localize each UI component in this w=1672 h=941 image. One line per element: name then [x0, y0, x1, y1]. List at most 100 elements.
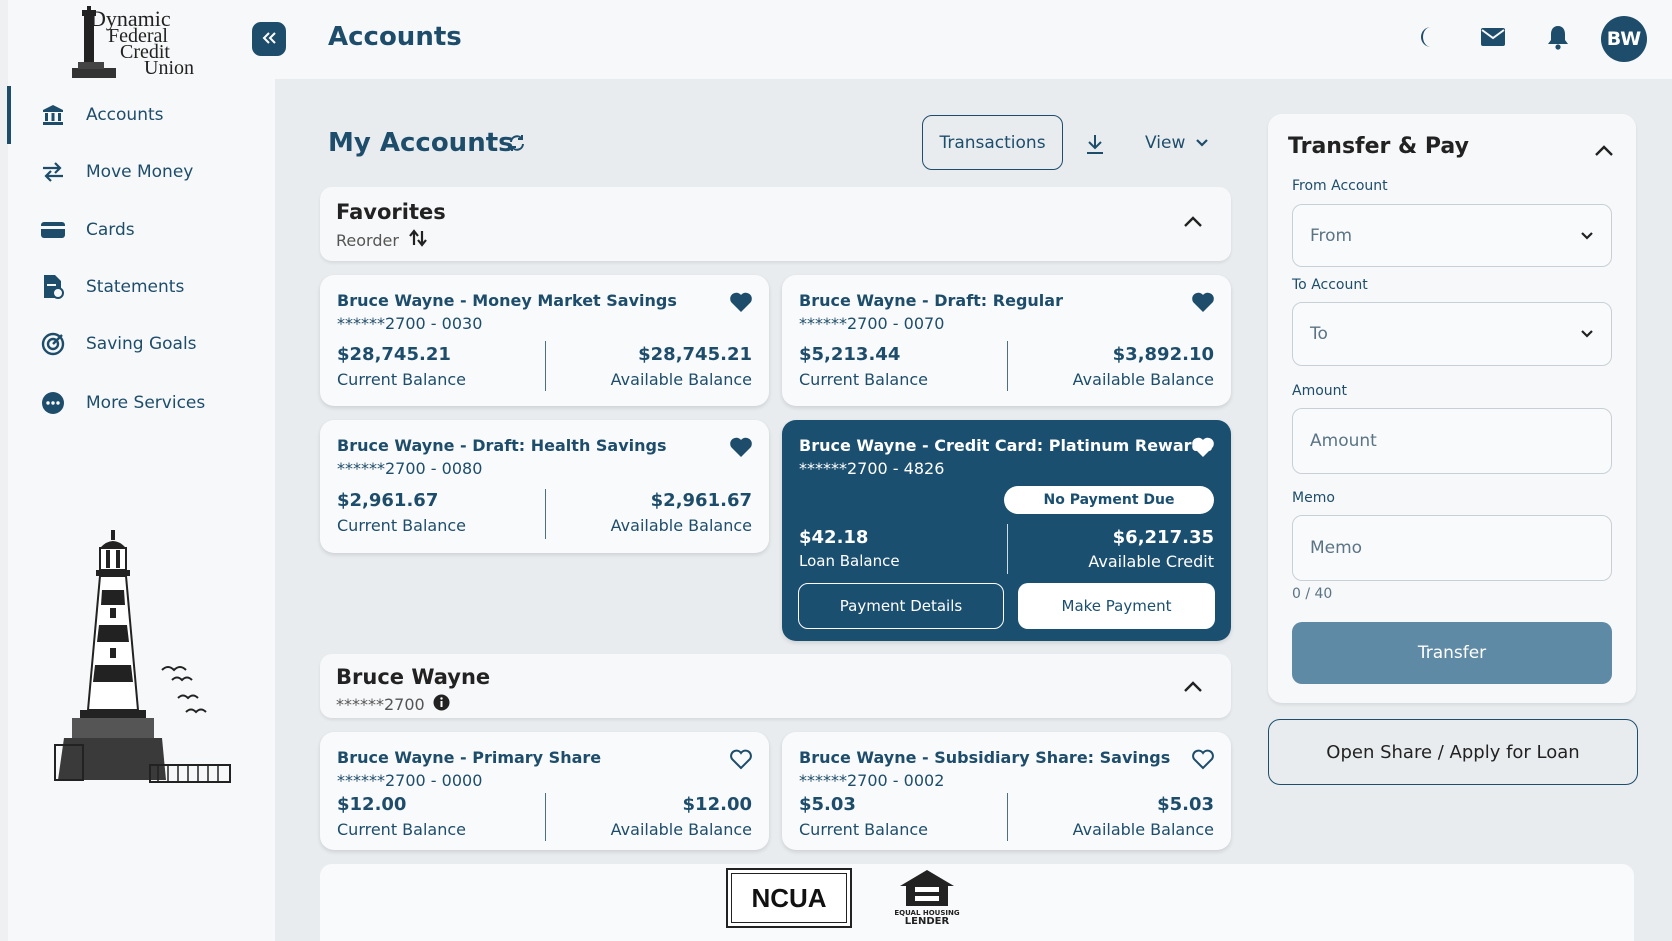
account-number: ******2700 - 0002 — [799, 771, 945, 790]
messages-button[interactable] — [1478, 24, 1508, 54]
amount-input[interactable]: Amount — [1292, 408, 1612, 474]
available-credit-label: Available Credit — [1088, 552, 1214, 571]
payment-details-button[interactable]: Payment Details — [798, 583, 1004, 629]
member-number: ******2700 — [336, 695, 425, 714]
footer: NCUA EQUAL HOUSING LENDER — [320, 864, 1634, 941]
loan-balance-label: Loan Balance — [799, 552, 900, 570]
available-credit-value: $6,217.35 — [1112, 527, 1214, 548]
transfer-pay-title: Transfer & Pay — [1288, 134, 1469, 159]
transfer-button[interactable]: Transfer — [1292, 622, 1612, 684]
info-icon[interactable] — [433, 694, 450, 715]
available-balance-label: Available Balance — [1072, 820, 1214, 839]
collapse-sidebar-button[interactable] — [252, 22, 286, 56]
target-icon — [40, 331, 66, 357]
favorites-title: Favorites — [336, 200, 446, 224]
account-card-draft-regular[interactable]: Bruce Wayne - Draft: Regular ******2700 … — [782, 275, 1231, 406]
sidebar-item-saving-goals[interactable]: Saving Goals — [40, 324, 260, 364]
transactions-button[interactable]: Transactions — [922, 115, 1063, 170]
account-card-money-market-savings[interactable]: Bruce Wayne - Money Market Savings *****… — [320, 275, 769, 406]
favorite-heart-icon[interactable] — [1191, 291, 1215, 313]
current-balance-value: $28,745.21 — [337, 344, 451, 365]
view-label: View — [1145, 133, 1186, 153]
from-account-label: From Account — [1292, 178, 1388, 194]
current-balance-value: $5.03 — [799, 794, 856, 815]
account-card-credit-card-platinum[interactable]: Bruce Wayne - Credit Card: Platinum Rewa… — [782, 420, 1231, 641]
sidebar-item-cards[interactable]: Cards — [40, 210, 260, 250]
credit-union-logo[interactable]: Dynamic Federal Credit Union — [70, 4, 220, 82]
available-balance-value: $12.00 — [682, 794, 752, 815]
favorite-heart-icon[interactable] — [1191, 436, 1215, 458]
memo-char-counter: 0 / 40 — [1292, 586, 1333, 602]
memo-placeholder: Memo — [1310, 538, 1363, 558]
collapse-member-button[interactable] — [1183, 678, 1203, 697]
from-account-select[interactable]: From — [1292, 204, 1612, 267]
available-balance-value: $3,892.10 — [1112, 344, 1214, 365]
favorite-heart-icon[interactable] — [729, 291, 753, 313]
sidebar-item-more-services[interactable]: More Services — [40, 383, 260, 423]
favorite-heart-outline-icon[interactable] — [729, 748, 753, 770]
make-payment-button[interactable]: Make Payment — [1018, 583, 1215, 629]
refresh-icon — [508, 135, 526, 156]
member-header-panel[interactable]: Bruce Wayne ******2700 — [320, 654, 1231, 718]
moon-icon — [1416, 25, 1438, 53]
current-balance-label: Current Balance — [337, 516, 466, 535]
more-dots-icon — [40, 390, 66, 416]
view-dropdown[interactable]: View — [1145, 133, 1209, 153]
sidebar: Dynamic Federal Credit Union Accounts Mo… — [0, 0, 275, 941]
amount-label: Amount — [1292, 383, 1348, 399]
current-balance-label: Current Balance — [337, 820, 466, 839]
account-number: ******2700 - 0030 — [337, 314, 483, 333]
sidebar-item-label: Move Money — [86, 162, 194, 182]
account-card-primary-share[interactable]: Bruce Wayne - Primary Share ******2700 -… — [320, 732, 769, 850]
reorder-button[interactable]: Reorder — [336, 229, 427, 251]
chevron-down-icon — [1580, 226, 1594, 246]
account-card-draft-health-savings[interactable]: Bruce Wayne - Draft: Health Savings ****… — [320, 420, 769, 553]
balance-divider — [1006, 524, 1008, 574]
available-balance-label: Available Balance — [610, 516, 752, 535]
sidebar-item-label: Statements — [86, 277, 185, 297]
user-avatar[interactable]: BW — [1601, 16, 1647, 62]
double-chevron-left-icon — [261, 29, 277, 50]
ncua-logo: NCUA — [726, 868, 852, 928]
favorite-heart-icon[interactable] — [729, 436, 753, 458]
open-share-apply-loan-button[interactable]: Open Share / Apply for Loan — [1268, 719, 1638, 785]
dark-mode-toggle[interactable] — [1412, 24, 1442, 54]
ehl-line2: LENDER — [904, 916, 950, 927]
chevron-down-icon — [1580, 324, 1594, 344]
collapse-favorites-button[interactable] — [1183, 213, 1203, 232]
favorites-header-panel[interactable]: Favorites Reorder — [320, 187, 1231, 261]
reorder-label: Reorder — [336, 230, 399, 250]
notifications-button[interactable] — [1543, 24, 1573, 54]
refresh-button[interactable] — [508, 134, 528, 154]
payment-status-badge: No Payment Due — [1004, 486, 1214, 514]
sidebar-item-move-money[interactable]: Move Money — [40, 152, 260, 192]
transfer-pay-panel: Transfer & Pay From Account From To Acco… — [1268, 114, 1636, 703]
account-name: Bruce Wayne - Primary Share — [337, 748, 602, 767]
available-balance-value: $2,961.67 — [650, 490, 752, 511]
memo-input[interactable]: Memo — [1292, 515, 1612, 581]
sidebar-item-label: Accounts — [86, 105, 164, 125]
sidebar-item-accounts[interactable]: Accounts — [40, 95, 260, 135]
balance-divider — [1006, 341, 1008, 391]
chevron-up-icon — [1594, 142, 1614, 161]
favorite-heart-outline-icon[interactable] — [1191, 748, 1215, 770]
memo-label: Memo — [1292, 490, 1335, 506]
chevron-up-icon — [1183, 678, 1203, 697]
active-indicator — [7, 86, 11, 144]
sidebar-item-label: Saving Goals — [86, 334, 197, 354]
account-name: Bruce Wayne - Draft: Regular — [799, 291, 1063, 310]
current-balance-value: $5,213.44 — [799, 344, 901, 365]
collapse-transfer-button[interactable] — [1594, 142, 1614, 161]
to-account-label: To Account — [1292, 277, 1368, 293]
available-balance-label: Available Balance — [610, 820, 752, 839]
equal-housing-lender-logo: EQUAL HOUSING LENDER — [894, 868, 960, 932]
download-button[interactable] — [1085, 133, 1107, 155]
bell-icon — [1546, 24, 1570, 54]
sidebar-item-statements[interactable]: Statements — [40, 267, 260, 307]
chevron-down-icon — [1195, 133, 1209, 153]
current-balance-value: $2,961.67 — [337, 490, 439, 511]
page-title: Accounts — [328, 22, 462, 52]
to-account-select[interactable]: To — [1292, 302, 1612, 366]
account-card-subsidiary-share-savings[interactable]: Bruce Wayne - Subsidiary Share: Savings … — [782, 732, 1231, 850]
balance-divider — [544, 489, 546, 539]
